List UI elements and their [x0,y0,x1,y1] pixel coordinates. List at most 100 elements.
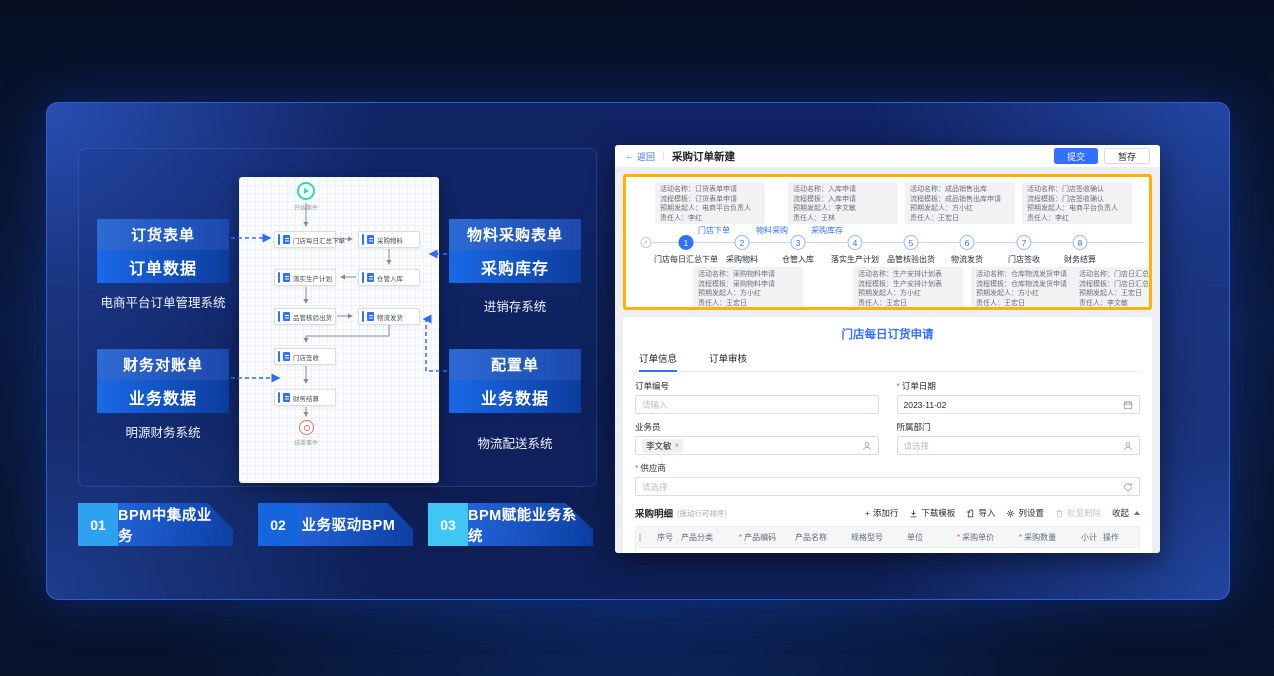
step-circle-2[interactable]: 2 [735,235,750,250]
supplier-input[interactable]: 请选择 [635,477,1140,496]
plus-icon: + [865,508,870,518]
salesman-input[interactable]: 李文敏 × [635,436,879,455]
form-doc-icon [367,235,374,244]
select-all-checkbox[interactable] [639,533,641,542]
end-event-icon [299,420,314,435]
detail-header: 采购明细 (拖动行可排序) +添加行 下载模板 导入 列设置 [635,506,1140,520]
add-row-button[interactable]: +添加行 [865,507,898,519]
badge-business-driven: 02 业务驱动BPM [258,503,413,546]
card-material-system: 进销存系统 [445,299,585,315]
flow-node-purchase-material: 采购物料 [358,231,420,248]
badge-label: BPM中集成业务 [118,503,233,546]
tag-close-icon[interactable]: × [675,441,680,450]
step-tooltip: 活动名称：订货表单申请流程模板：订货表单申请 预期发起人：电商平台负责人责任人：… [655,182,765,224]
flow-connectors [239,177,439,483]
card-finance-system: 明源财务系统 [93,425,233,441]
stepper-line [644,242,1144,243]
flow-node-qc-outbound: 品管核验出货 [274,308,336,325]
card-finance-title: 财务对账单 [97,349,229,380]
detail-title: 采购明细 [635,506,673,520]
step-tooltip: 活动名称：入库申请流程模板：入库申请 预期发起人：李文敏责任人：王林 [788,182,898,224]
divider [663,151,664,161]
stage-label: 物料采购 [756,225,788,236]
badge-bpm-empower: 03 BPM赋能业务系统 [428,503,593,546]
collapse-button[interactable]: 收起 [1112,507,1140,519]
step-circle-7[interactable]: 7 [1017,235,1032,250]
batch-delete-button[interactable]: 批量删除 [1055,507,1101,519]
form-doc-icon [283,312,290,321]
step-name: 门店每日汇总下单 [654,254,718,265]
flow-node-store-order: 门店每日汇总下单 [274,231,336,248]
download-template-button[interactable]: 下载模板 [909,507,955,519]
step-circle-5[interactable]: 5 [904,235,919,250]
app-topbar: ← 返回 采购订单新建 提交 暂存 [615,145,1160,168]
step-circle-1[interactable]: 1 [679,235,694,250]
step-tooltip: 活动名称：门店日汇总结算流程模板：门店日汇总结算 预期发起人：王宏日责任人：李文… [1074,267,1152,309]
quantity-input[interactable]: 请输入 [1019,553,1075,554]
step-name: 物流发货 [951,254,983,265]
step-name: 品管核验出货 [887,254,935,265]
calendar-icon [1123,400,1133,410]
card-config-system: 物流配送系统 [445,436,585,452]
form-title: 门店每日订货申请 [635,326,1140,342]
download-icon [909,509,918,518]
save-draft-button[interactable]: 暂存 [1104,148,1150,164]
badge-number: 03 [428,503,468,546]
flow-node-production-plan: 落实生产计划 [274,269,336,286]
step-circle-8[interactable]: 8 [1073,235,1088,250]
category-select[interactable]: 请选择⇄ [681,553,733,554]
caret-up-icon [1134,511,1140,515]
spec-model-input[interactable]: 请输入 [851,553,901,554]
badge-label: BPM赋能业务系统 [468,503,593,546]
step-circle-6[interactable]: 6 [960,235,975,250]
product-name-input[interactable]: 请输入 [795,553,845,554]
field-department: 所属部门 请选择 [897,421,1141,455]
form-doc-icon [283,235,290,244]
start-event-label: 开始事件 [276,203,336,212]
user-picker-icon[interactable] [862,441,872,451]
unit-price-input[interactable]: 请输入 [957,553,1013,554]
form-doc-icon [367,312,374,321]
app-body: » 活动名称：订货表单申请流程模板：订货表单申请 预期发起人：电商平台负责人责任… [615,168,1160,553]
submit-button[interactable]: 提交 [1054,148,1098,164]
tab-order-audit[interactable]: 订单审核 [707,347,749,371]
form-tabs: 订单信息 订单审核 [635,347,1140,372]
step-tooltip: 活动名称：采购物料申请流程模板：采购物料申请 预期发起人：方小红责任人：王宏日 [693,267,803,309]
process-stepper-card: » 活动名称：订货表单申请流程模板：订货表单申请 预期发起人：电商平台负责人责任… [623,174,1152,310]
org-picker-icon[interactable] [1123,441,1133,451]
order-date-input[interactable]: 2023-11-02 [897,395,1141,414]
table-row: 1 请选择⇄ 请输入 请输入 请输入 请输入 请输入 请输入 0 插入 复制 删… [636,547,1139,553]
back-button[interactable]: ← 返回 [625,150,655,163]
product-code-input[interactable]: 请输入 [739,553,789,554]
slide-background: 订货表单 订单数据 电商平台订单管理系统 物料采购表单 采购库存 进销存系统 财… [0,0,1274,676]
card-material-subtitle: 采购库存 [449,250,581,283]
field-salesman: 业务员 李文敏 × [635,421,879,455]
step-name: 采购物料 [726,254,758,265]
detail-hint: (拖动行可排序) [677,508,727,519]
card-order-form-subtitle: 订单数据 [97,250,229,283]
form-doc-icon [367,273,374,282]
step-circle-3[interactable]: 3 [791,235,806,250]
step-name: 仓管入库 [782,254,814,265]
salesman-tag[interactable]: 李文敏 × [642,439,683,453]
badge-label: 业务驱动BPM [298,503,413,546]
step-tooltip: 活动名称：仓库物流发货申请流程模板：仓库物流发货申请 预期发起人：方小红责任人：… [971,267,1081,309]
form-doc-icon [283,393,290,402]
department-input[interactable]: 请选择 [897,436,1141,455]
field-supplier: *供应商 请选择 [635,462,1140,496]
import-icon [966,509,975,518]
tab-order-info[interactable]: 订单信息 [637,347,679,371]
form-doc-icon [283,273,290,282]
card-order-form-system: 电商平台订单管理系统 [93,295,233,311]
flow-node-warehouse-in: 仓管入库 [358,269,420,286]
step-circle-4[interactable]: 4 [848,235,863,250]
column-settings-button[interactable]: 列设置 [1006,507,1044,519]
unit-input[interactable]: 请输入 [907,553,951,554]
order-no-input[interactable]: 请输入 [635,395,879,414]
page-title: 采购订单新建 [672,149,735,164]
order-form-card: 门店每日订货申请 订单信息 订单审核 订单编号 请输入 *订单日期 [623,317,1152,553]
step-tooltip: 活动名称：生产安排计划表流程模板：生产安排计划表 预期发起人：方小红责任人：王宏… [853,267,963,309]
import-button[interactable]: 导入 [966,507,995,519]
start-event-icon [297,182,315,200]
refresh-icon[interactable] [1123,482,1133,492]
